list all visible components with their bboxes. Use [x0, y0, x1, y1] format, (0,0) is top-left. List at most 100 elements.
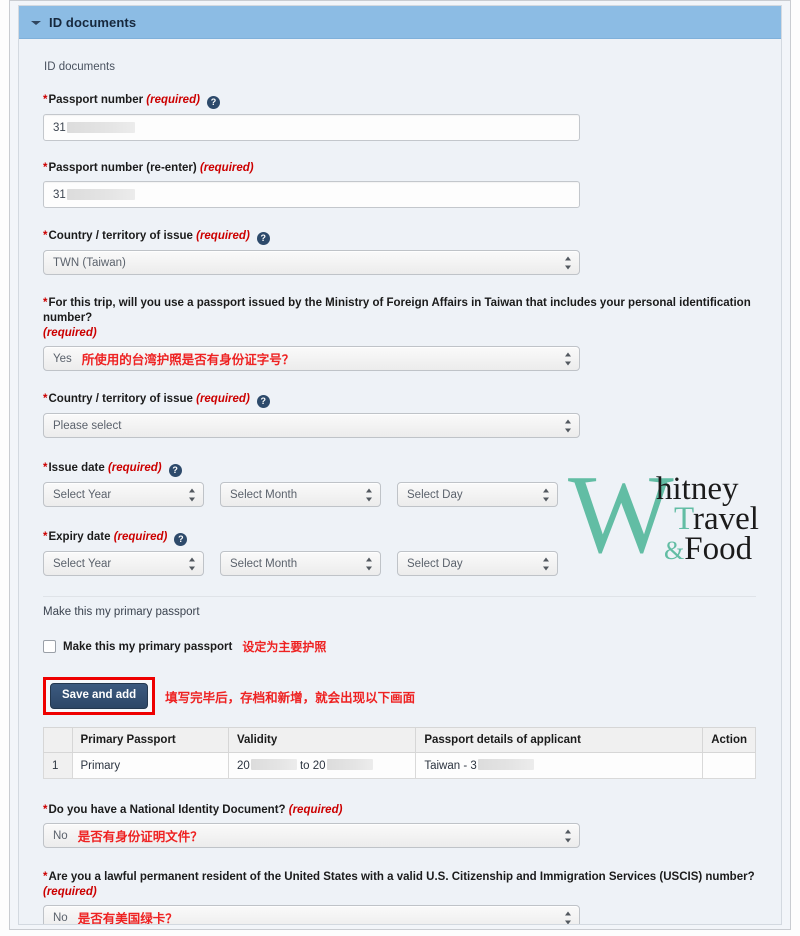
save-and-add-highlight: Save and add — [43, 677, 156, 715]
required-star: * — [43, 94, 48, 106]
passport-number-reenter-input[interactable]: 31 — [43, 181, 580, 208]
label-national-identity: *Do you have a National Identity Documen… — [43, 804, 343, 816]
table-body: 1 Primary 20 to 20 Taiwan - 3 — [43, 752, 756, 779]
expiry-date-year-select[interactable]: Select Year — [43, 551, 204, 576]
help-icon[interactable]: ? — [168, 464, 182, 477]
label-expiry-date: *Expiry date (required)? — [43, 530, 757, 546]
expiry-date-row: Select Year Select Month Select Day — [43, 551, 757, 576]
label-country-of-issue-2: *Country / territory of issue (required)… — [43, 392, 757, 408]
expiry-date-month-select[interactable]: Select Month — [220, 551, 381, 576]
label-passport-number-reenter: *Passport number (re-enter) (required) — [43, 162, 254, 174]
cell-validity: 20 to 20 — [227, 752, 417, 779]
required-star: * — [43, 531, 48, 543]
national-identity-select[interactable]: No 是否有身份证明文件？ — [43, 823, 580, 848]
field-issue-date: *Issue date (required)? Select Year Sele… — [43, 461, 757, 507]
panel-title: ID documents — [49, 14, 137, 30]
th-validity: Validity — [227, 727, 417, 753]
screenshot-root: ID documents ID documents *Passport numb… — [0, 0, 800, 936]
expiry-date-day-select[interactable]: Select Day — [397, 551, 558, 576]
help-icon[interactable]: ? — [256, 395, 270, 408]
redaction-block — [66, 189, 135, 200]
table-header-row: Primary Passport Validity Passport detai… — [43, 727, 756, 753]
chevron-updown-icon — [565, 256, 572, 269]
help-icon[interactable]: ? — [256, 232, 270, 245]
section-label: ID documents — [44, 61, 115, 73]
primary-passport-annotation: 设定为主要护照 — [242, 640, 327, 654]
field-country-of-issue-2: *Country / territory of issue (required)… — [43, 392, 757, 438]
divider — [43, 596, 756, 597]
help-icon[interactable]: ? — [174, 533, 188, 546]
required-star: * — [43, 462, 48, 474]
caret-down-icon[interactable] — [31, 17, 41, 27]
chevron-updown-icon — [543, 557, 550, 570]
th-primary-passport: Primary Passport — [71, 727, 229, 753]
country-of-issue-2-value: Please select — [53, 419, 122, 432]
national-identity-value: No — [53, 829, 68, 842]
chevron-updown-icon — [366, 557, 373, 570]
label-mofa-question: *For this trip, will you use a passport … — [43, 297, 751, 339]
issue-date-row: Select Year Select Month Select Day — [43, 482, 757, 507]
issue-date-year-select[interactable]: Select Year — [43, 482, 204, 507]
chevron-updown-icon — [366, 488, 373, 501]
table-head: Primary Passport Validity Passport detai… — [43, 727, 756, 753]
primary-passport-checkbox-row[interactable]: Make this my primary passport 设定为主要护照 — [43, 638, 757, 655]
save-and-add-button[interactable]: Save and add — [50, 683, 149, 709]
cell-action — [702, 752, 756, 779]
issue-date-month-value: Select Month — [230, 488, 298, 501]
issue-date-month-select[interactable]: Select Month — [220, 482, 381, 507]
validity-separator: to — [299, 760, 310, 772]
label-uscis: *Are you a lawful permanent resident of … — [43, 871, 755, 898]
details-text: Taiwan - 3 — [424, 760, 477, 772]
issue-date-day-select[interactable]: Select Day — [397, 482, 558, 507]
required-star: * — [43, 162, 48, 174]
required-star: * — [43, 871, 48, 883]
expiry-date-day-value: Select Day — [407, 557, 463, 570]
uscis-select[interactable]: No 是否有美国绿卡？ — [43, 905, 580, 924]
required-star: * — [43, 230, 48, 242]
label-issue-date: *Issue date (required)? — [43, 461, 757, 477]
chevron-updown-icon — [565, 911, 572, 924]
required-tag: (required) — [196, 393, 250, 405]
country-of-issue-1-select[interactable]: TWN (Taiwan) — [43, 250, 580, 275]
chevron-updown-icon — [189, 488, 196, 501]
passport-table: Primary Passport Validity Passport detai… — [43, 727, 756, 779]
field-country-of-issue-1: *Country / territory of issue (required)… — [43, 229, 757, 275]
required-tag: (required) — [113, 531, 168, 543]
field-passport-number: *Passport number (required)? 31 — [43, 93, 757, 141]
primary-passport-checkbox[interactable] — [43, 640, 56, 653]
mofa-question-value: Yes — [53, 352, 72, 365]
field-uscis: *Are you a lawful permanent resident of … — [43, 870, 757, 924]
chevron-updown-icon — [565, 829, 572, 842]
expiry-date-year-value: Select Year — [53, 557, 112, 570]
th-action: Action — [702, 727, 756, 753]
mofa-question-annotation: 所使用的台湾护照是否有身份证字号？ — [81, 352, 295, 367]
required-star: * — [43, 297, 48, 309]
uscis-value: No — [53, 911, 68, 924]
issue-date-year-value: Select Year — [53, 488, 112, 501]
help-icon[interactable]: ? — [206, 96, 220, 109]
redaction-block — [326, 759, 373, 770]
chevron-updown-icon — [189, 557, 196, 570]
validity-from: 20 — [236, 760, 250, 772]
required-tag: (required) — [196, 230, 250, 242]
redaction-block — [477, 759, 534, 770]
country-of-issue-2-select[interactable]: Please select — [43, 413, 580, 438]
mofa-question-select[interactable]: Yes 所使用的台湾护照是否有身份证字号？ — [43, 346, 580, 371]
required-tag: (required) — [43, 327, 97, 339]
field-national-identity: *Do you have a National Identity Documen… — [43, 803, 757, 848]
field-expiry-date: *Expiry date (required)? Select Year Sel… — [43, 530, 757, 576]
label-passport-number: *Passport number (required)? — [43, 93, 757, 109]
label-country-of-issue-1: *Country / territory of issue (required)… — [43, 229, 757, 245]
cell-details: Taiwan - 3 — [415, 752, 704, 779]
required-star: * — [43, 393, 48, 405]
panel-header[interactable]: ID documents — [19, 6, 781, 39]
cell-index: 1 — [43, 752, 73, 779]
primary-passport-heading: Make this my primary passport — [43, 606, 200, 618]
chevron-updown-icon — [543, 488, 550, 501]
save-and-add-row: Save and add 填写完毕后，存档和新增，就会出现以下画面 — [43, 677, 757, 715]
field-passport-number-reenter: *Passport number (re-enter) (required) 3… — [43, 161, 757, 208]
passport-number-input[interactable]: 31 — [43, 114, 580, 141]
passport-number-reenter-value: 31 — [53, 188, 66, 201]
redaction-block — [66, 122, 135, 133]
id-documents-panel: ID documents ID documents *Passport numb… — [18, 5, 782, 925]
